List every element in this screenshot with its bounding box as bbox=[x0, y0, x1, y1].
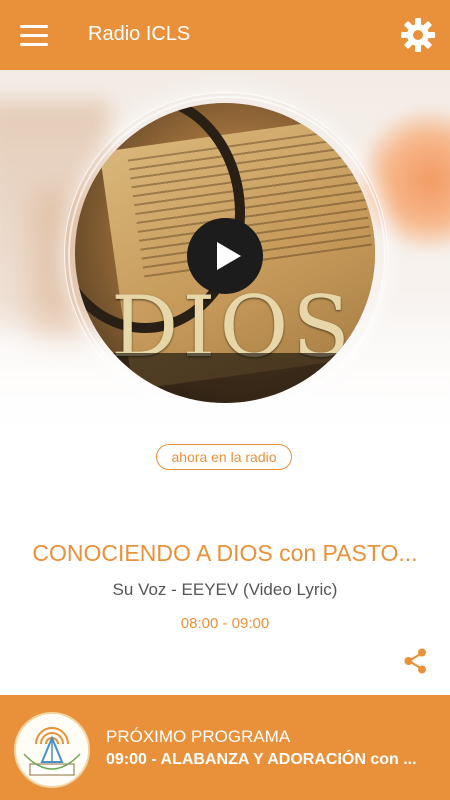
current-program-time: 08:00 - 09:00 bbox=[180, 615, 270, 632]
share-icon[interactable] bbox=[402, 647, 430, 675]
gear-icon[interactable] bbox=[398, 15, 438, 55]
current-program-title: CONOCIENDO A DIOS con PASTO... bbox=[32, 540, 418, 566]
next-program-label: PRÓXIMO PROGRAMA bbox=[106, 727, 291, 746]
now-on-air-badge[interactable]: ahora en la radio bbox=[156, 444, 292, 470]
current-song-title: Su Voz - EEYEV (Video Lyric) bbox=[112, 580, 338, 599]
play-button[interactable] bbox=[187, 218, 263, 294]
next-program-bar[interactable]: PRÓXIMO PROGRAMA 09:00 - ALABANZA Y ADOR… bbox=[0, 695, 450, 800]
app-title: Radio ICLS bbox=[88, 23, 191, 45]
next-program-title: 09:00 - ALABANZA Y ADORACIÓN con ... bbox=[106, 751, 417, 768]
app-bar: Radio ICLS bbox=[0, 0, 450, 70]
station-logo bbox=[14, 712, 90, 788]
hamburger-menu-icon[interactable] bbox=[20, 22, 50, 48]
play-icon bbox=[217, 242, 241, 270]
